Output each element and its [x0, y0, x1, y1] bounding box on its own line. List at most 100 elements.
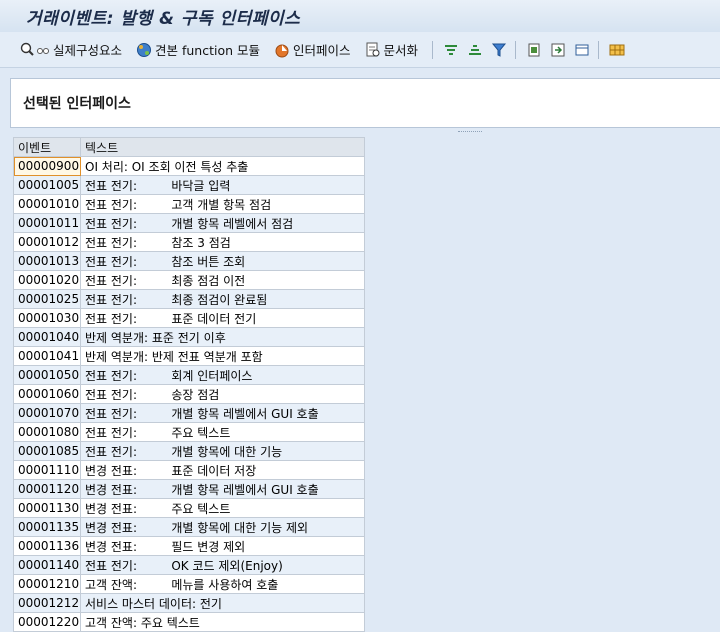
table-row[interactable]: 00001050 전표 전기: 회계 인터페이스: [13, 365, 365, 385]
grid-icon[interactable]: [609, 42, 625, 58]
event-cell[interactable]: 00001085: [13, 441, 81, 461]
table-row[interactable]: 00001025 전표 전기: 최종 점검이 완료됨: [13, 289, 365, 309]
event-grid: 이벤트 텍스트 00000900 OI 처리: OI 조회 이전 특성 추출 000…: [13, 137, 365, 632]
print-preview-icon[interactable]: [550, 42, 566, 58]
event-cell[interactable]: 00001140: [13, 555, 81, 575]
text-cell[interactable]: 전표 전기: 주요 텍스트: [80, 422, 365, 442]
text-cell[interactable]: 변경 전표: 개별 항목 레벨에서 GUI 호출: [80, 479, 365, 499]
event-cell[interactable]: 00001220: [13, 612, 81, 632]
filter-icon[interactable]: [491, 42, 507, 58]
event-cell[interactable]: 00001210: [13, 574, 81, 594]
interface-button[interactable]: 인터페이스: [274, 40, 351, 59]
event-cell[interactable]: 00001120: [13, 479, 81, 499]
table-row[interactable]: 00000900 OI 처리: OI 조회 이전 특성 추출: [13, 156, 365, 176]
window-titlebar: 거래이벤트: 발행 & 구독 인터페이스: [0, 0, 720, 32]
table-row[interactable]: 00001013 전표 전기: 참조 버튼 조회: [13, 251, 365, 271]
table-row[interactable]: 00001020 전표 전기: 최종 점검 이전: [13, 270, 365, 290]
selected-interface-panel: 선택된 인터페이스: [10, 78, 720, 128]
event-cell[interactable]: 00001013: [13, 251, 81, 271]
sample-function-module-button[interactable]: 견본 function 모듈: [136, 40, 260, 59]
text-cell[interactable]: 전표 전기: 개별 항목 레벨에서 점검: [80, 213, 365, 233]
table-row[interactable]: 00001085 전표 전기: 개별 항목에 대한 기능: [13, 441, 365, 461]
text-cell[interactable]: 전표 전기: 바닥글 입력: [80, 175, 365, 195]
event-cell[interactable]: 00001041: [13, 346, 81, 366]
table-row[interactable]: 00001212 서비스 마스터 데이터: 전기: [13, 593, 365, 613]
event-cell[interactable]: 00001025: [13, 289, 81, 309]
table-row[interactable]: 00001070 전표 전기: 개별 항목 레벨에서 GUI 호출: [13, 403, 365, 423]
text-cell[interactable]: 고객 잔액: 메뉴를 사용하여 호출: [80, 574, 365, 594]
text-cell[interactable]: 전표 전기: 표준 데이터 전기: [80, 308, 365, 328]
table-row[interactable]: 00001130 변경 전표: 주요 텍스트: [13, 498, 365, 518]
event-cell[interactable]: 00001020: [13, 270, 81, 290]
toolbar-separator: [432, 40, 434, 59]
column-header-event[interactable]: 이벤트: [13, 137, 81, 157]
table-row[interactable]: 00001060 전표 전기: 송장 점검: [13, 384, 365, 404]
event-cell[interactable]: 00001030: [13, 308, 81, 328]
text-cell[interactable]: 전표 전기: 회계 인터페이스: [80, 365, 365, 385]
event-cell[interactable]: 00001130: [13, 498, 81, 518]
event-cell[interactable]: 00001110: [13, 460, 81, 480]
panel-title: 선택된 인터페이스: [23, 96, 131, 112]
text-cell[interactable]: OI 처리: OI 조회 이전 특성 추출: [80, 156, 365, 176]
text-cell[interactable]: 변경 전표: 표준 데이터 저장: [80, 460, 365, 480]
text-cell[interactable]: 변경 전표: 필드 변경 제외: [80, 536, 365, 556]
table-row[interactable]: 00001030 전표 전기: 표준 데이터 전기: [13, 308, 365, 328]
documentation-label: 문서화: [383, 43, 419, 58]
toolbar-separator: [515, 40, 517, 59]
text-cell[interactable]: 반제 역분개: 반제 전표 역분개 포함: [80, 346, 365, 366]
layout-icon[interactable]: [574, 42, 590, 58]
table-row[interactable]: 00001140 전표 전기: OK 코드 제외(Enjoy): [13, 555, 365, 575]
event-cell[interactable]: 00001011: [13, 213, 81, 233]
interface-icon: [274, 42, 290, 58]
table-row[interactable]: 00001120 변경 전표: 개별 항목 레벨에서 GUI 호출: [13, 479, 365, 499]
sort-ascending-icon[interactable]: [443, 42, 459, 58]
table-row[interactable]: 00001010 전표 전기: 고객 개별 항목 점검: [13, 194, 365, 214]
table-row[interactable]: 00001210 고객 잔액: 메뉴를 사용하여 호출: [13, 574, 365, 594]
table-row[interactable]: 00001220 고객 잔액: 주요 텍스트: [13, 612, 365, 632]
table-row[interactable]: 00001040 반제 역분개: 표준 전기 이후: [13, 327, 365, 347]
event-cell[interactable]: 00000900: [13, 156, 81, 176]
table-row[interactable]: 00001080 전표 전기: 주요 텍스트: [13, 422, 365, 442]
table-row[interactable]: 00001110 변경 전표: 표준 데이터 저장: [13, 460, 365, 480]
table-row[interactable]: 00001011 전표 전기: 개별 항목 레벨에서 점검: [13, 213, 365, 233]
documentation-button[interactable]: 문서화: [365, 40, 419, 59]
text-cell[interactable]: 변경 전표: 주요 텍스트: [80, 498, 365, 518]
text-cell[interactable]: 전표 전기: 고객 개별 항목 점검: [80, 194, 365, 214]
event-cell[interactable]: 00001060: [13, 384, 81, 404]
text-cell[interactable]: 서비스 마스터 데이터: 전기: [80, 593, 365, 613]
actual-components-label: 실제구성요소: [53, 43, 123, 58]
text-cell[interactable]: 고객 잔액: 주요 텍스트: [80, 612, 365, 632]
table-row[interactable]: 00001041 반제 역분개: 반제 전표 역분개 포함: [13, 346, 365, 366]
event-cell[interactable]: 00001050: [13, 365, 81, 385]
actual-components-button[interactable]: 실제구성요소: [20, 40, 122, 59]
splitter-handle[interactable]: [10, 128, 720, 137]
text-cell[interactable]: 변경 전표: 개별 항목에 대한 기능 제외: [80, 517, 365, 537]
splitter-grip[interactable]: [458, 131, 482, 134]
event-cell[interactable]: 00001040: [13, 327, 81, 347]
event-cell[interactable]: 00001212: [13, 593, 81, 613]
event-cell[interactable]: 00001080: [13, 422, 81, 442]
text-cell[interactable]: 전표 전기: 최종 점검 이전: [80, 270, 365, 290]
event-cell[interactable]: 00001070: [13, 403, 81, 423]
event-cell[interactable]: 00001136: [13, 536, 81, 556]
table-row[interactable]: 00001012 전표 전기: 참조 3 점검: [13, 232, 365, 252]
table-row[interactable]: 00001135 변경 전표: 개별 항목에 대한 기능 제외: [13, 517, 365, 537]
event-cell[interactable]: 00001135: [13, 517, 81, 537]
text-cell[interactable]: 전표 전기: 개별 항목에 대한 기능: [80, 441, 365, 461]
text-cell[interactable]: 전표 전기: OK 코드 제외(Enjoy): [80, 555, 365, 575]
table-row[interactable]: 00001136 변경 전표: 필드 변경 제외: [13, 536, 365, 556]
text-cell[interactable]: 전표 전기: 개별 항목 레벨에서 GUI 호출: [80, 403, 365, 423]
event-cell[interactable]: 00001012: [13, 232, 81, 252]
column-header-text[interactable]: 텍스트: [80, 137, 365, 157]
table-row[interactable]: 00001005 전표 전기: 바닥글 입력: [13, 175, 365, 195]
export-icon[interactable]: [526, 42, 542, 58]
documentation-icon: [365, 42, 381, 58]
text-cell[interactable]: 전표 전기: 참조 3 점검: [80, 232, 365, 252]
event-cell[interactable]: 00001005: [13, 175, 81, 195]
text-cell[interactable]: 전표 전기: 최종 점검이 완료됨: [80, 289, 365, 309]
sort-descending-icon[interactable]: [467, 42, 483, 58]
event-cell[interactable]: 00001010: [13, 194, 81, 214]
text-cell[interactable]: 전표 전기: 참조 버튼 조회: [80, 251, 365, 271]
text-cell[interactable]: 전표 전기: 송장 점검: [80, 384, 365, 404]
text-cell[interactable]: 반제 역분개: 표준 전기 이후: [80, 327, 365, 347]
